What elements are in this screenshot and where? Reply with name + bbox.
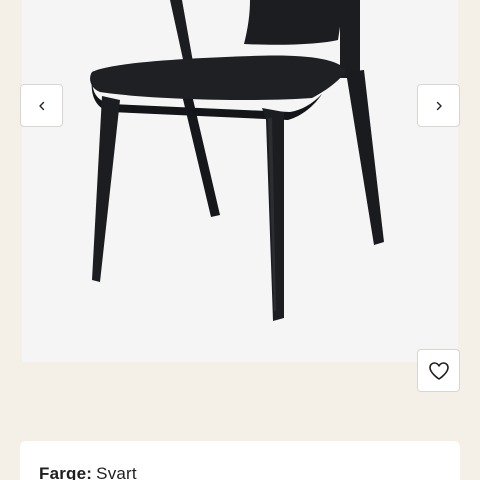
color-value: Svart bbox=[96, 464, 137, 480]
add-to-favorites-button[interactable] bbox=[417, 349, 460, 392]
chevron-right-icon bbox=[436, 101, 442, 110]
product-info-card: Farge: Svart bbox=[20, 441, 460, 480]
product-page: Farge: Svart bbox=[0, 0, 480, 480]
product-image-gallery bbox=[22, 0, 458, 362]
chevron-left-icon bbox=[38, 101, 44, 110]
color-attribute: Farge: Svart bbox=[39, 464, 137, 480]
product-image-chair bbox=[90, 0, 384, 321]
color-label: Farge: bbox=[39, 464, 93, 480]
next-image-button[interactable] bbox=[417, 84, 460, 127]
previous-image-button[interactable] bbox=[20, 84, 63, 127]
heart-outline-icon bbox=[428, 361, 449, 380]
